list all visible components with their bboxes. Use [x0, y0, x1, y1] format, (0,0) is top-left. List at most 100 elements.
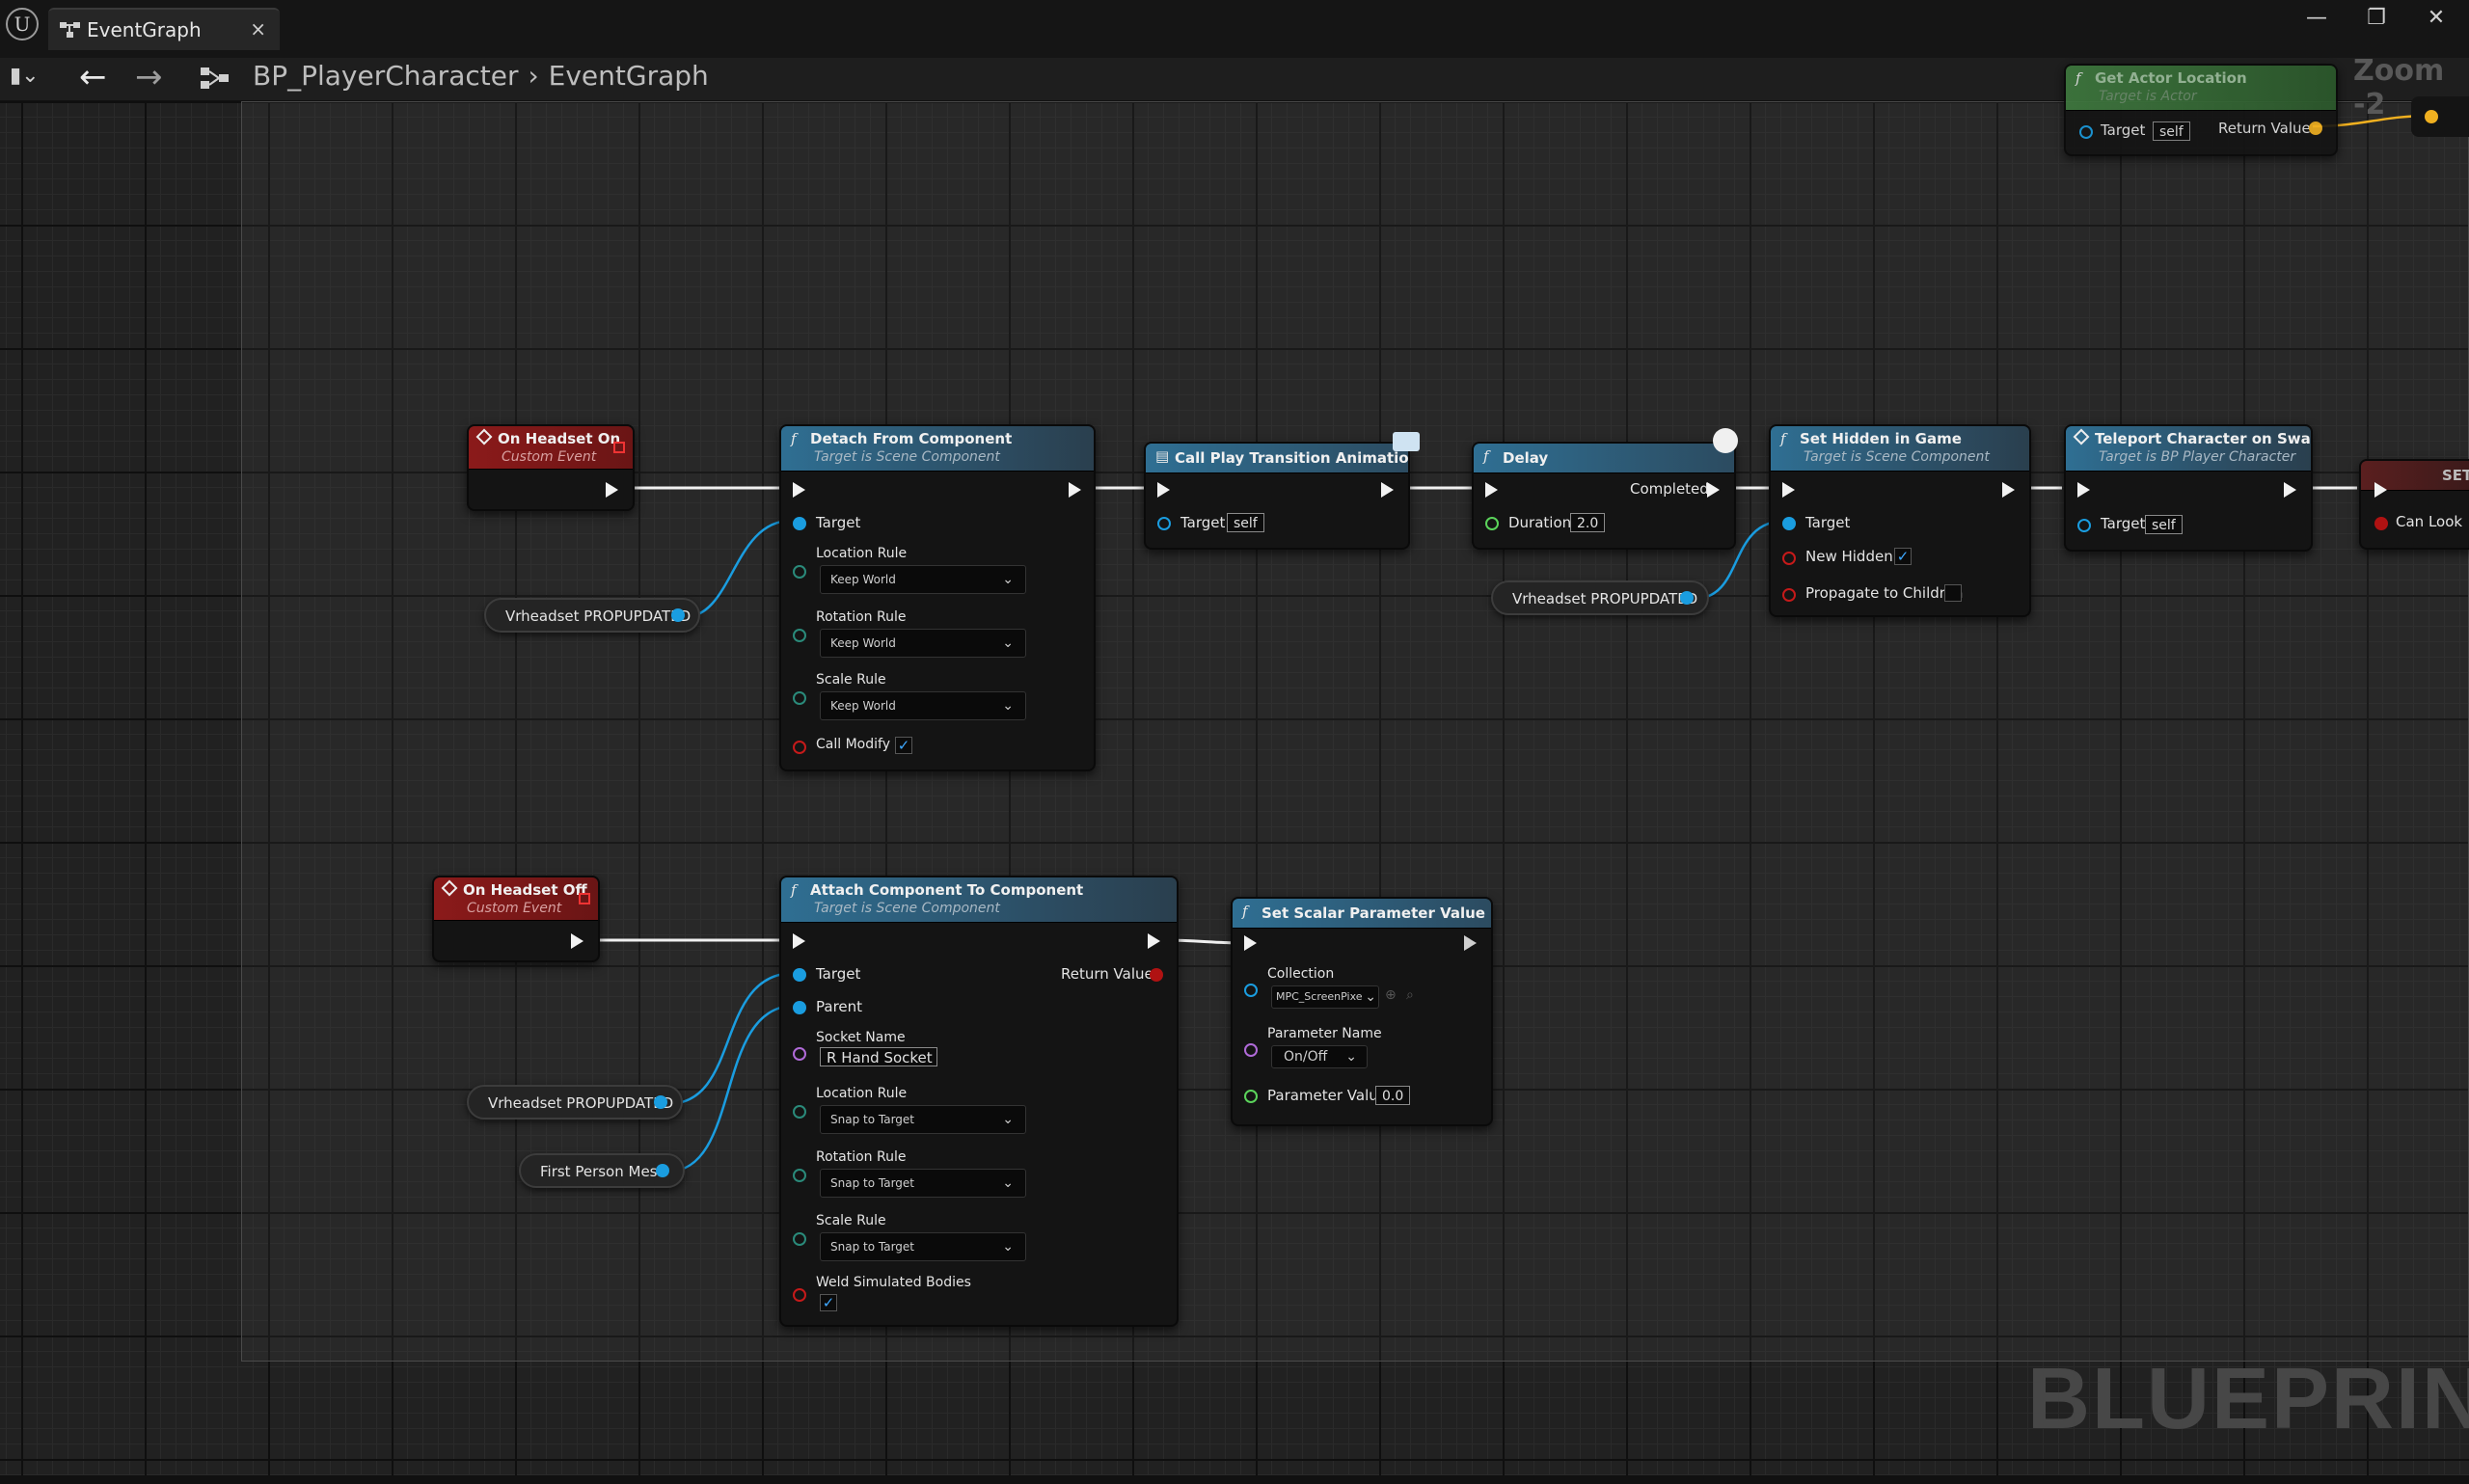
node-call-play-transition-animation[interactable]: ▤ Call Play Transition Animation Target …	[1144, 442, 1410, 550]
variable-output-pin[interactable]	[671, 608, 685, 622]
bottom-bar	[0, 1475, 2469, 1484]
exec-out-pin[interactable]	[1148, 933, 1160, 949]
breadcrumb-current[interactable]: EventGraph	[549, 60, 709, 92]
duration-field[interactable]: 2.0	[1570, 513, 1606, 532]
node-set-can-look[interactable]: SET Can Look	[2359, 459, 2469, 550]
exec-out-pin[interactable]	[2002, 482, 2015, 498]
return-value-pin[interactable]	[2309, 121, 2322, 135]
location-rule-pin[interactable]	[793, 565, 806, 579]
rotation-rule-pin[interactable]	[793, 1169, 806, 1182]
tab-eventgraph[interactable]: EventGraph ×	[48, 8, 280, 50]
collection-pin[interactable]	[1244, 984, 1258, 997]
collection-dropdown[interactable]: MPC_ScreenPixe ⌄	[1271, 985, 1379, 1009]
exec-in-pin[interactable]	[2374, 482, 2387, 498]
location-rule-dropdown[interactable]: Keep World ⌄	[820, 565, 1026, 594]
target-field[interactable]: self	[2145, 515, 2183, 534]
target-field[interactable]: self	[2153, 121, 2190, 141]
scale-rule-pin[interactable]	[793, 1232, 806, 1246]
target-field[interactable]: self	[1227, 513, 1264, 532]
breadcrumb-root[interactable]: BP_PlayerCharacter	[253, 60, 518, 92]
exec-in-pin[interactable]	[1157, 482, 1170, 498]
socket-name-field[interactable]: R Hand Socket	[820, 1047, 937, 1066]
exec-in-pin[interactable]	[793, 482, 805, 498]
delegate-pin[interactable]	[613, 442, 625, 453]
browse-asset-icon[interactable]: ⊕	[1385, 987, 1397, 1003]
scale-rule-pin[interactable]	[793, 691, 806, 705]
target-pin[interactable]	[793, 968, 806, 982]
propagate-checkbox[interactable]	[1944, 584, 1962, 602]
exec-in-pin[interactable]	[1485, 482, 1498, 498]
parameter-name-pin[interactable]	[1244, 1043, 1258, 1057]
target-pin[interactable]	[2077, 519, 2091, 532]
node-set-scalar-parameter-value[interactable]: f Set Scalar Parameter Value Collection …	[1231, 897, 1493, 1126]
parent-pin[interactable]	[793, 1001, 806, 1014]
scale-rule-dropdown[interactable]: Snap to Target ⌄	[820, 1232, 1026, 1261]
node-title: On Headset On	[498, 430, 621, 447]
rotation-rule-pin[interactable]	[793, 629, 806, 642]
minimize-button[interactable]: —	[2297, 6, 2336, 30]
node-on-headset-off[interactable]: On Headset Off Custom Event	[432, 876, 600, 962]
rotation-rule-dropdown[interactable]: Snap to Target ⌄	[820, 1169, 1026, 1198]
target-pin[interactable]	[793, 517, 806, 530]
dropdown-value: On/Off	[1284, 1049, 1328, 1065]
target-pin[interactable]	[2079, 125, 2093, 139]
var-first-person-mesh[interactable]: First Person Mesh	[519, 1153, 685, 1188]
back-arrow-icon[interactable]: ←	[79, 58, 107, 96]
location-rule-dropdown[interactable]: Snap to Target ⌄	[820, 1105, 1026, 1134]
node-teleport-character-on-swap[interactable]: Teleport Character on Swap Target is BP …	[2064, 424, 2313, 552]
node-on-headset-on[interactable]: On Headset On Custom Event	[467, 424, 635, 511]
target-pin[interactable]	[1782, 517, 1796, 530]
var-vrheadset-2[interactable]: Vrheadset PROPUPDATED	[1491, 580, 1709, 615]
delegate-pin[interactable]	[579, 893, 590, 904]
scale-rule-dropdown[interactable]: Keep World ⌄	[820, 691, 1026, 720]
exec-out-pin[interactable]	[1464, 935, 1477, 951]
propagate-pin[interactable]	[1782, 588, 1796, 602]
location-rule-pin[interactable]	[793, 1105, 806, 1119]
variable-output-pin[interactable]	[1680, 591, 1694, 605]
node-get-actor-location[interactable]: f Get Actor Location Target is Actor Tar…	[2064, 64, 2338, 156]
exec-in-pin[interactable]	[1782, 482, 1795, 498]
search-icon[interactable]: ⌕	[1406, 987, 1414, 1003]
exec-out-pin[interactable]	[2284, 482, 2296, 498]
target-pin[interactable]	[1157, 517, 1171, 530]
exec-out-pin[interactable]	[1069, 482, 1081, 498]
can-look-pin[interactable]	[2374, 517, 2388, 530]
var-vrheadset-3[interactable]: Vrheadset PROPUPDATED	[467, 1085, 683, 1120]
new-hidden-checkbox[interactable]: ✓	[1894, 548, 1912, 565]
restore-button[interactable]: ❐	[2357, 6, 2396, 30]
node-delay[interactable]: f Delay Completed Duration 2.0	[1472, 442, 1736, 550]
close-window-button[interactable]: ✕	[2417, 6, 2455, 30]
exec-out-pin[interactable]	[606, 482, 618, 498]
duration-pin[interactable]	[1485, 517, 1499, 530]
bookmark-icon[interactable]: ▮⌄	[10, 64, 40, 88]
return-value-pin[interactable]	[1150, 968, 1163, 982]
var-vrheadset-1[interactable]: Vrheadset PROPUPDATED	[484, 598, 700, 633]
socket-name-pin[interactable]	[793, 1047, 806, 1061]
location-rule-label: Location Rule	[816, 546, 908, 561]
forward-arrow-icon[interactable]: →	[135, 58, 163, 96]
variable-output-pin[interactable]	[654, 1095, 667, 1109]
call-modify-checkbox[interactable]: ✓	[895, 737, 912, 754]
exec-in-pin[interactable]	[1244, 935, 1257, 951]
weld-checkbox[interactable]: ✓	[820, 1294, 837, 1311]
variable-label: First Person Mesh	[540, 1163, 667, 1180]
weld-pin[interactable]	[793, 1288, 806, 1302]
tab-close-icon[interactable]: ×	[250, 17, 266, 40]
graph-canvas[interactable]	[0, 101, 2469, 1475]
call-modify-pin[interactable]	[793, 741, 806, 754]
rotation-rule-dropdown[interactable]: Keep World ⌄	[820, 629, 1026, 658]
new-hidden-pin[interactable]	[1782, 552, 1796, 565]
exec-out-pin[interactable]	[1381, 482, 1394, 498]
parameter-name-dropdown[interactable]: On/Off ⌄	[1271, 1045, 1368, 1068]
exec-in-pin[interactable]	[2077, 482, 2090, 498]
exec-out-pin[interactable]	[571, 933, 583, 949]
parameter-value-pin[interactable]	[1244, 1090, 1258, 1103]
completed-exec-pin[interactable]	[1707, 482, 1720, 498]
variable-output-pin[interactable]	[656, 1164, 669, 1177]
node-detach-from-component[interactable]: f Detach From Component Target is Scene …	[779, 424, 1096, 771]
unreal-logo-icon[interactable]: U	[6, 8, 39, 40]
node-set-hidden-in-game[interactable]: f Set Hidden in Game Target is Scene Com…	[1769, 424, 2031, 617]
exec-in-pin[interactable]	[793, 933, 805, 949]
parameter-value-field[interactable]: 0.0	[1375, 1086, 1411, 1105]
node-attach-component-to-component[interactable]: f Attach Component To Component Target i…	[779, 876, 1179, 1327]
